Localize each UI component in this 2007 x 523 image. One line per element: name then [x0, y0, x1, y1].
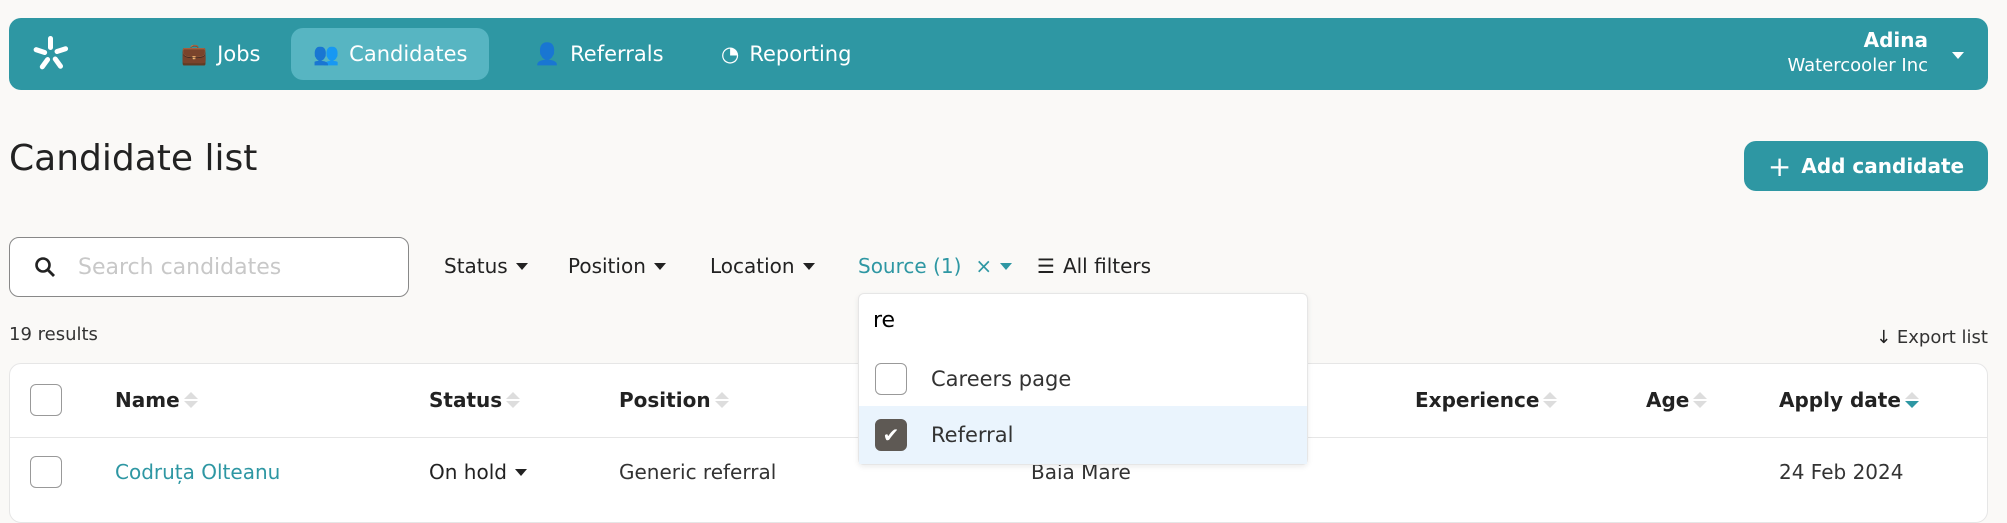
clear-filter-icon[interactable]: ×	[975, 254, 992, 278]
option-label: Referral	[931, 423, 1014, 447]
sort-icon	[714, 392, 729, 408]
filter-status[interactable]: Status	[444, 254, 528, 278]
sort-icon	[506, 392, 521, 408]
header-label: Name	[115, 388, 180, 412]
chevron-down-icon	[515, 262, 528, 270]
chevron-down-icon	[802, 262, 815, 270]
header-label: Status	[429, 388, 503, 412]
user-company: Watercooler Inc	[1787, 55, 1928, 76]
source-dropdown: Careers page ✔ Referral	[858, 293, 1308, 465]
header-label: Experience	[1415, 388, 1540, 412]
logo-icon[interactable]	[31, 34, 71, 74]
column-age[interactable]: Age	[1646, 388, 1708, 412]
sort-icon	[1543, 392, 1558, 408]
user-pair-icon: 👤	[534, 41, 561, 66]
checkbox[interactable]	[875, 363, 907, 395]
pie-chart-icon: ◔	[721, 42, 740, 66]
arrow-down-icon: ↓	[1876, 327, 1897, 348]
user-name: Adina	[1863, 28, 1928, 52]
nav-label: Candidates	[349, 42, 468, 66]
source-search-input[interactable]	[873, 308, 1273, 333]
column-position[interactable]: Position	[619, 388, 729, 412]
row-checkbox[interactable]	[30, 456, 62, 488]
chevron-down-icon	[653, 262, 666, 270]
top-navbar: 💼 Jobs 👥 Candidates 👤 Referrals ◔ Reporting …	[9, 18, 1988, 90]
check-icon: ✔	[882, 423, 900, 447]
chevron-down-icon[interactable]	[1952, 52, 1964, 59]
export-label: Export list	[1896, 327, 1988, 348]
checkbox-checked[interactable]: ✔	[875, 419, 907, 451]
filter-label: Status	[444, 254, 508, 278]
filter-label: All filters	[1062, 254, 1152, 278]
option-label: Careers page	[931, 367, 1072, 391]
column-apply-date[interactable]: Apply date	[1779, 388, 1919, 412]
filter-label: Source (1)	[858, 254, 962, 278]
sort-desc-icon	[1904, 392, 1919, 408]
header-label: Position	[619, 388, 711, 412]
chevron-down-icon	[514, 468, 527, 476]
nav-label: Jobs	[217, 42, 261, 66]
users-icon: 👥	[313, 41, 340, 66]
filter-position[interactable]: Position	[568, 254, 666, 278]
nav-candidates[interactable]: 👥 Candidates	[291, 28, 490, 80]
filter-label: Position	[568, 254, 646, 278]
user-menu[interactable]: Adina Watercooler Inc	[1787, 28, 1928, 78]
briefcase-icon: 💼	[181, 41, 208, 66]
select-all-checkbox[interactable]	[30, 384, 62, 416]
sort-icon	[183, 392, 198, 408]
filter-location[interactable]: Location	[710, 254, 815, 278]
column-experience[interactable]: Experience	[1415, 388, 1558, 412]
header-label: Apply date	[1779, 388, 1901, 412]
results-count: 19 results	[9, 324, 98, 345]
export-list-button[interactable]: ↓ Export list	[1876, 327, 1988, 348]
apply-date-cell: 24 Feb 2024	[1779, 460, 1904, 484]
nav-referrals[interactable]: 👤 Referrals	[512, 28, 686, 80]
filter-label: Location	[710, 254, 795, 278]
nav-label: Reporting	[749, 42, 852, 66]
position-cell: Generic referral	[619, 460, 777, 484]
add-candidate-label: Add candidate	[1801, 154, 1965, 178]
all-filters-button[interactable]: ☰ All filters	[1037, 254, 1151, 278]
page-title: Candidate list	[9, 138, 258, 179]
column-name[interactable]: Name	[115, 388, 198, 412]
search-input[interactable]	[78, 254, 378, 280]
plus-icon: +	[1767, 149, 1792, 183]
nav-reporting[interactable]: ◔ Reporting	[699, 28, 873, 80]
nav-jobs[interactable]: 💼 Jobs	[159, 28, 282, 80]
search-icon	[35, 257, 55, 277]
sliders-icon: ☰	[1037, 254, 1055, 278]
header-label: Age	[1646, 388, 1690, 412]
sort-icon	[1693, 392, 1708, 408]
option-referral[interactable]: ✔ Referral	[859, 406, 1307, 464]
search-box	[9, 237, 409, 297]
chevron-down-icon	[1000, 262, 1013, 270]
status-dropdown[interactable]: On hold	[429, 460, 527, 484]
filter-source[interactable]: Source (1) ×	[858, 254, 1013, 278]
add-candidate-button[interactable]: + Add candidate	[1744, 141, 1988, 191]
candidate-name-link[interactable]: Codruța Olteanu	[115, 460, 280, 484]
option-careers-page[interactable]: Careers page	[859, 350, 1307, 408]
status-value: On hold	[429, 460, 507, 484]
column-status[interactable]: Status	[429, 388, 521, 412]
nav-label: Referrals	[570, 42, 664, 66]
